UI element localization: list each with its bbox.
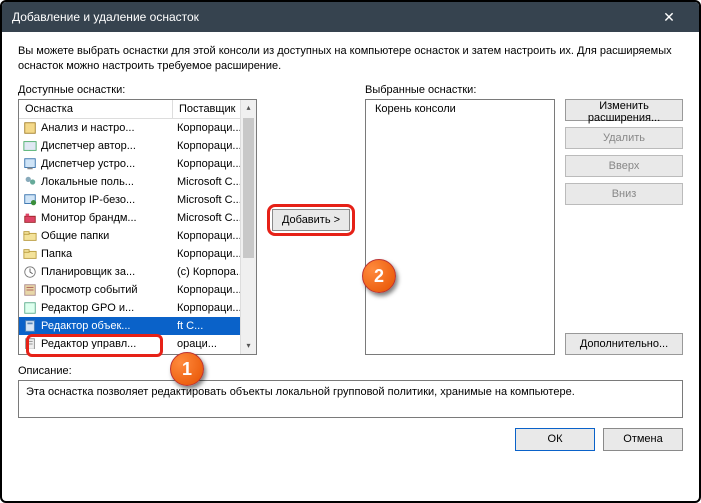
snapin-name: Общие папки [41,230,173,242]
cancel-button[interactable]: Отмена [603,428,683,451]
list-item[interactable]: Монитор брандм...Microsoft C... [19,209,256,227]
move-up-button: Вверх [565,155,683,177]
remove-button: Удалить [565,127,683,149]
available-label: Доступные оснастки: [18,84,257,96]
scroll-up-icon[interactable]: ▴ [241,100,256,116]
snapin-icon [22,265,38,279]
snapin-icon [22,229,38,243]
edit-extensions-button[interactable]: Изменить расширения... [565,99,683,121]
move-down-button: Вниз [565,183,683,205]
close-icon: ✕ [663,9,675,26]
annotation-marker-2: 2 [362,259,396,293]
scroll-down-icon[interactable]: ▾ [241,338,256,354]
snapin-icon [22,175,38,189]
list-item[interactable]: Диспетчер автор...Корпораци... [19,137,256,155]
snapin-icon [22,301,38,315]
list-item[interactable]: Редактор GPO и...Корпораци... [19,299,256,317]
intro-text: Вы можете выбрать оснастки для этой конс… [18,44,683,74]
list-item[interactable]: Просмотр событийКорпораци... [19,281,256,299]
snapin-icon [22,139,38,153]
add-button[interactable]: Добавить > [272,209,350,231]
titlebar: Добавление и удаление оснасток ✕ [2,2,699,32]
selected-snapins-tree[interactable]: Корень консоли [365,99,555,355]
snapin-name: Диспетчер автор... [41,140,173,152]
scrollbar[interactable]: ▴ ▾ [240,100,256,354]
list-item[interactable]: Редактор объек... ft C... [19,317,256,335]
advanced-button[interactable]: Дополнительно... [565,333,683,355]
snapin-icon [22,319,38,333]
snapin-icon [22,283,38,297]
description-label: Описание: [18,365,683,377]
tree-root-label: Корень консоли [375,103,456,115]
scroll-thumb[interactable] [243,118,254,258]
list-item[interactable]: Анализ и настро...Корпораци... [19,119,256,137]
snapin-name: Планировщик за... [41,266,173,278]
list-item[interactable]: Локальные поль...Microsoft C... [19,173,256,191]
close-button[interactable]: ✕ [649,2,689,32]
list-item[interactable]: Редактор управл... ораци... [19,335,256,349]
selected-label: Выбранные оснастки: [365,84,555,96]
snapin-icon [22,193,38,207]
description-box: Эта оснастка позволяет редактировать объ… [18,380,683,418]
ok-button[interactable]: ОК [515,428,595,451]
tree-root-item[interactable]: Корень консоли [371,103,549,115]
snapin-name: Редактор GPO и... [41,302,173,314]
snapin-name: Редактор управл... [41,338,173,349]
list-item[interactable]: Общие папкиКорпораци... [19,227,256,245]
snapin-icon [22,337,38,349]
list-item[interactable]: ПапкаКорпораци... [19,245,256,263]
available-snapins-list[interactable]: Оснастка Поставщик Анализ и настро...Кор… [18,99,257,355]
snapin-name: Монитор брандм... [41,212,173,224]
snapin-name: Диспетчер устро... [41,158,173,170]
list-item[interactable]: Диспетчер устро...Корпораци... [19,155,256,173]
snapin-name: Анализ и настро... [41,122,173,134]
snapin-name: Просмотр событий [41,284,173,296]
snapin-name: Папка [41,248,173,260]
col-snapin[interactable]: Оснастка [19,100,173,118]
add-button-highlight: Добавить > [267,204,355,236]
window-title: Добавление и удаление оснасток [12,10,199,24]
snapin-icon [22,121,38,135]
snapin-icon [22,247,38,261]
list-header: Оснастка Поставщик [19,100,256,119]
list-item[interactable]: Планировщик за...(с) Корпора... [19,263,256,281]
snapin-name: Редактор объек... [41,320,173,332]
snapin-name: Монитор IP-безо... [41,194,173,206]
snapin-name: Локальные поль... [41,176,173,188]
list-item[interactable]: Монитор IP-безо...Microsoft C... [19,191,256,209]
snapin-icon [22,157,38,171]
snapin-icon [22,211,38,225]
annotation-marker-1: 1 [170,352,204,386]
